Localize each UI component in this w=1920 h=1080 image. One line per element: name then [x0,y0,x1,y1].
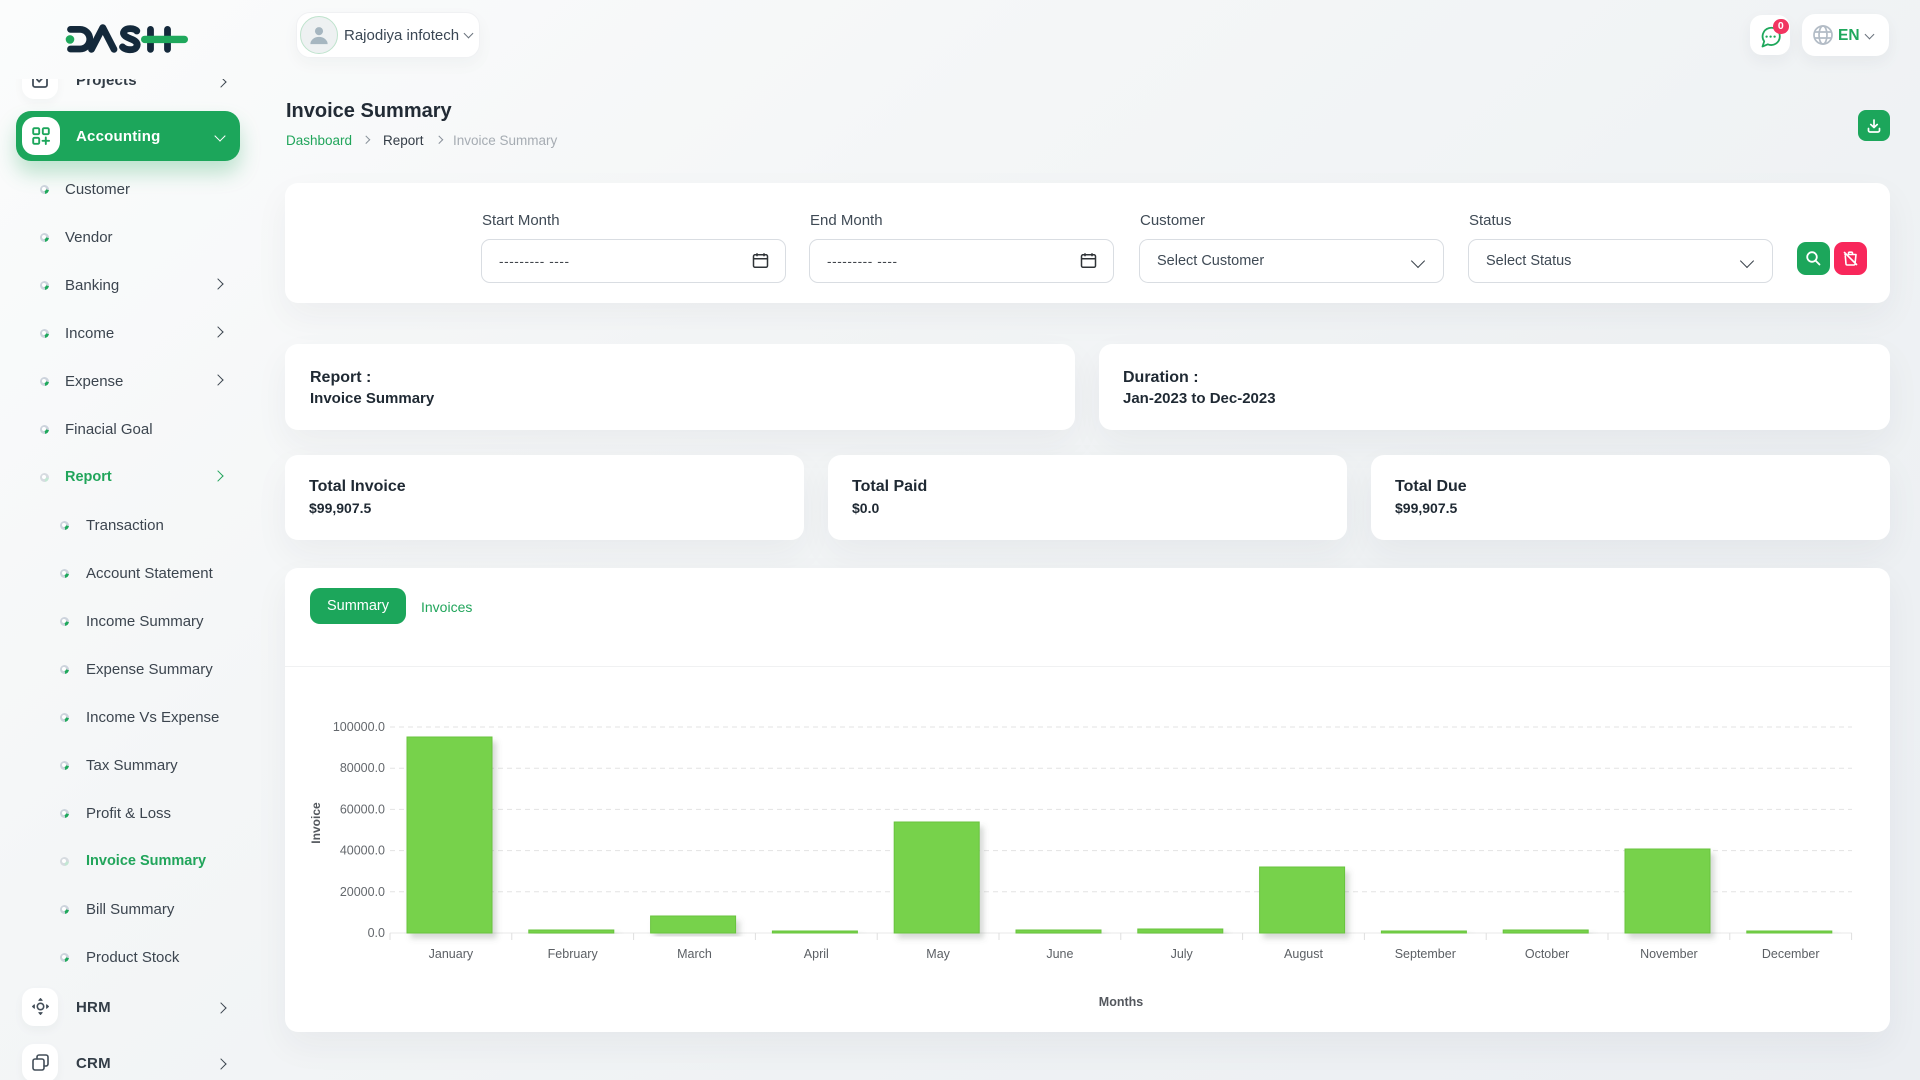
svg-text:20000.0: 20000.0 [340,885,385,899]
svg-text:November: November [1640,947,1698,961]
svg-text:June: June [1046,947,1073,961]
svg-text:January: January [429,947,474,961]
svg-text:60000.0: 60000.0 [340,802,385,816]
svg-text:Invoice: Invoice [309,802,323,844]
svg-text:Months: Months [1099,995,1143,1009]
svg-text:100000.0: 100000.0 [333,720,385,734]
svg-text:October: October [1525,947,1569,961]
svg-text:May: May [926,947,950,961]
svg-text:0.0: 0.0 [368,926,385,940]
svg-text:March: March [677,947,712,961]
svg-text:July: July [1171,947,1194,961]
svg-text:August: August [1284,947,1323,961]
svg-text:February: February [548,947,599,961]
svg-text:December: December [1762,947,1820,961]
svg-text:September: September [1395,947,1456,961]
svg-text:80000.0: 80000.0 [340,761,385,775]
svg-text:April: April [804,947,829,961]
svg-text:40000.0: 40000.0 [340,844,385,858]
